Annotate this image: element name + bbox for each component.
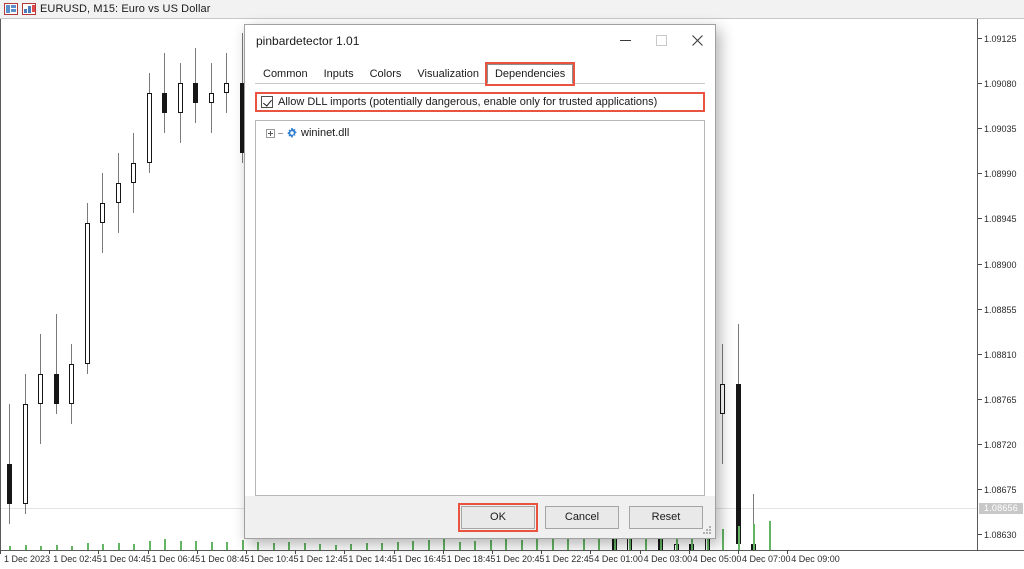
price-tick-label: 1.09125 (978, 33, 1017, 45)
time-tick-label: 4 Dec 03:00 (639, 550, 693, 564)
price-tick-label: 1.08720 (978, 439, 1017, 451)
time-tick-label: 1 Dec 08:45 (196, 550, 250, 564)
tabstrip-underline (255, 83, 705, 84)
tab-inputs[interactable]: Inputs (316, 64, 362, 83)
volume-bar (768, 520, 771, 550)
time-tick-label: 1 Dec 06:45 (147, 550, 201, 564)
dependencies-tree[interactable]: wininet.dll (255, 120, 705, 496)
volume-bar (737, 525, 740, 550)
volume-bar (753, 523, 755, 550)
price-tick-label: 1.08855 (978, 304, 1017, 316)
tab-colors[interactable]: Colors (362, 64, 410, 83)
time-tick-label: 1 Dec 22:45 (541, 550, 594, 564)
dialog-titlebar[interactable]: pinbardetector 1.01 (245, 25, 715, 56)
allow-dll-imports-checkbox[interactable] (261, 96, 273, 108)
time-tick-label: 1 Dec 10:45 (246, 550, 299, 564)
tab-visualization[interactable]: Visualization (409, 64, 487, 83)
time-tick-label: 1 Dec 12:45 (295, 550, 348, 564)
time-tick-label: 4 Dec 09:00 (787, 550, 840, 564)
price-tick-label: 1.08900 (978, 259, 1017, 271)
price-tick-label: 1.09080 (978, 78, 1017, 90)
time-tick-label: 1 Dec 02:45 (49, 550, 102, 564)
volume-bar (86, 542, 89, 550)
volume-bar (474, 540, 476, 550)
gear-icon (287, 127, 297, 138)
volume-bar (365, 543, 368, 550)
allow-dll-imports-label: Allow DLL imports (potentially dangerous… (278, 96, 658, 108)
tree-connector-line (278, 132, 283, 134)
current-price-badge: 1.08656 (979, 503, 1023, 515)
volume-bar (210, 542, 213, 550)
volume-bar (412, 541, 414, 550)
ok-button[interactable]: OK (458, 502, 538, 532)
price-tick-label: 1.08990 (978, 168, 1017, 180)
list-item-label: wininet.dll (301, 127, 350, 139)
volume-bar (179, 541, 182, 550)
volume-bar (272, 542, 275, 550)
price-tick-label: 1.08945 (978, 213, 1017, 225)
volume-bar (427, 539, 430, 550)
volume-bar (303, 543, 306, 550)
dialog-button-group: OK Cancel Reset (458, 502, 703, 532)
list-item[interactable]: wininet.dll (256, 125, 704, 141)
time-tick-label: 1 Dec 04:45 (98, 550, 151, 564)
volume-bar (195, 540, 197, 550)
time-tick-label: 4 Dec 07:00 (738, 550, 791, 564)
cancel-button[interactable]: Cancel (545, 505, 619, 529)
dialog-body: Common Inputs Colors Visualization Dependenc… (245, 56, 715, 496)
chart-symbol-label: EURUSD, M15: Euro vs US Dollar (40, 3, 211, 15)
screen: EURUSD, M15: Euro vs US Dollar 1.09125 1.… (0, 0, 1024, 569)
close-icon[interactable] (679, 26, 715, 56)
chart-titlebar: EURUSD, M15: Euro vs US Dollar (0, 0, 1024, 19)
volume-bar (505, 538, 507, 550)
time-tick-label: 1 Dec 18:45 (442, 550, 496, 564)
volume-bar (226, 542, 228, 550)
time-tick-label: 1 Dec 14:45 (344, 550, 397, 564)
volume-bar (117, 543, 120, 550)
volume-bar (164, 539, 166, 550)
tabstrip: Common Inputs Colors Visualization Dependenc… (255, 62, 705, 86)
time-tick-label: 1 Dec 2023 (0, 550, 51, 564)
maximize-icon[interactable] (643, 26, 679, 56)
minimize-icon[interactable] (607, 26, 643, 56)
price-tick-label: 1.08765 (978, 394, 1017, 406)
price-tick-label: 1.09035 (978, 123, 1017, 135)
time-tick-label: 4 Dec 05:00 (688, 550, 742, 564)
volume-bar (288, 541, 290, 550)
price-tick-label: 1.08810 (978, 349, 1017, 361)
resize-grip[interactable] (703, 526, 713, 536)
properties-dialog: pinbardetector 1.01 Common Inputs Colors Vi… (244, 24, 716, 539)
time-axis[interactable]: 1 Dec 2023 1 Dec 02:45 1 Dec 04:45 1 Dec 06… (0, 550, 1024, 569)
price-tick-label: 1.08630 (978, 529, 1017, 541)
tab-dependencies[interactable]: Dependencies (484, 62, 576, 86)
time-tick-label: 4 Dec 01:00 (590, 550, 643, 564)
allow-dll-imports-row[interactable]: Allow DLL imports (potentially dangerous… (255, 92, 705, 112)
expand-plus-icon[interactable] (266, 128, 275, 138)
volume-bar (148, 540, 151, 550)
price-axis[interactable]: 1.09125 1.09080 1.09035 1.08990 1.08945 1.089… (977, 19, 1024, 550)
dialog-title: pinbardetector 1.01 (256, 33, 360, 48)
volume-bar (443, 539, 445, 550)
grid-icon[interactable] (4, 3, 18, 15)
volume-bar (489, 540, 492, 550)
volume-bar (257, 542, 259, 550)
volume-bar (458, 541, 461, 550)
volume-bar (396, 542, 399, 550)
time-tick-label: 1 Dec 16:45 (393, 550, 447, 564)
reset-button[interactable]: Reset (629, 505, 703, 529)
time-tick-label: 1 Dec 20:45 (492, 550, 545, 564)
volume-bar (241, 539, 244, 550)
chart-icon[interactable] (22, 3, 36, 15)
volume-bar (722, 529, 724, 550)
volume-bar (520, 539, 523, 550)
volume-bar (381, 542, 383, 550)
tab-common[interactable]: Common (255, 64, 316, 83)
volume-bar (660, 537, 662, 550)
price-tick-label: 1.08675 (978, 484, 1017, 496)
dialog-footer: OK Cancel Reset (245, 496, 715, 538)
